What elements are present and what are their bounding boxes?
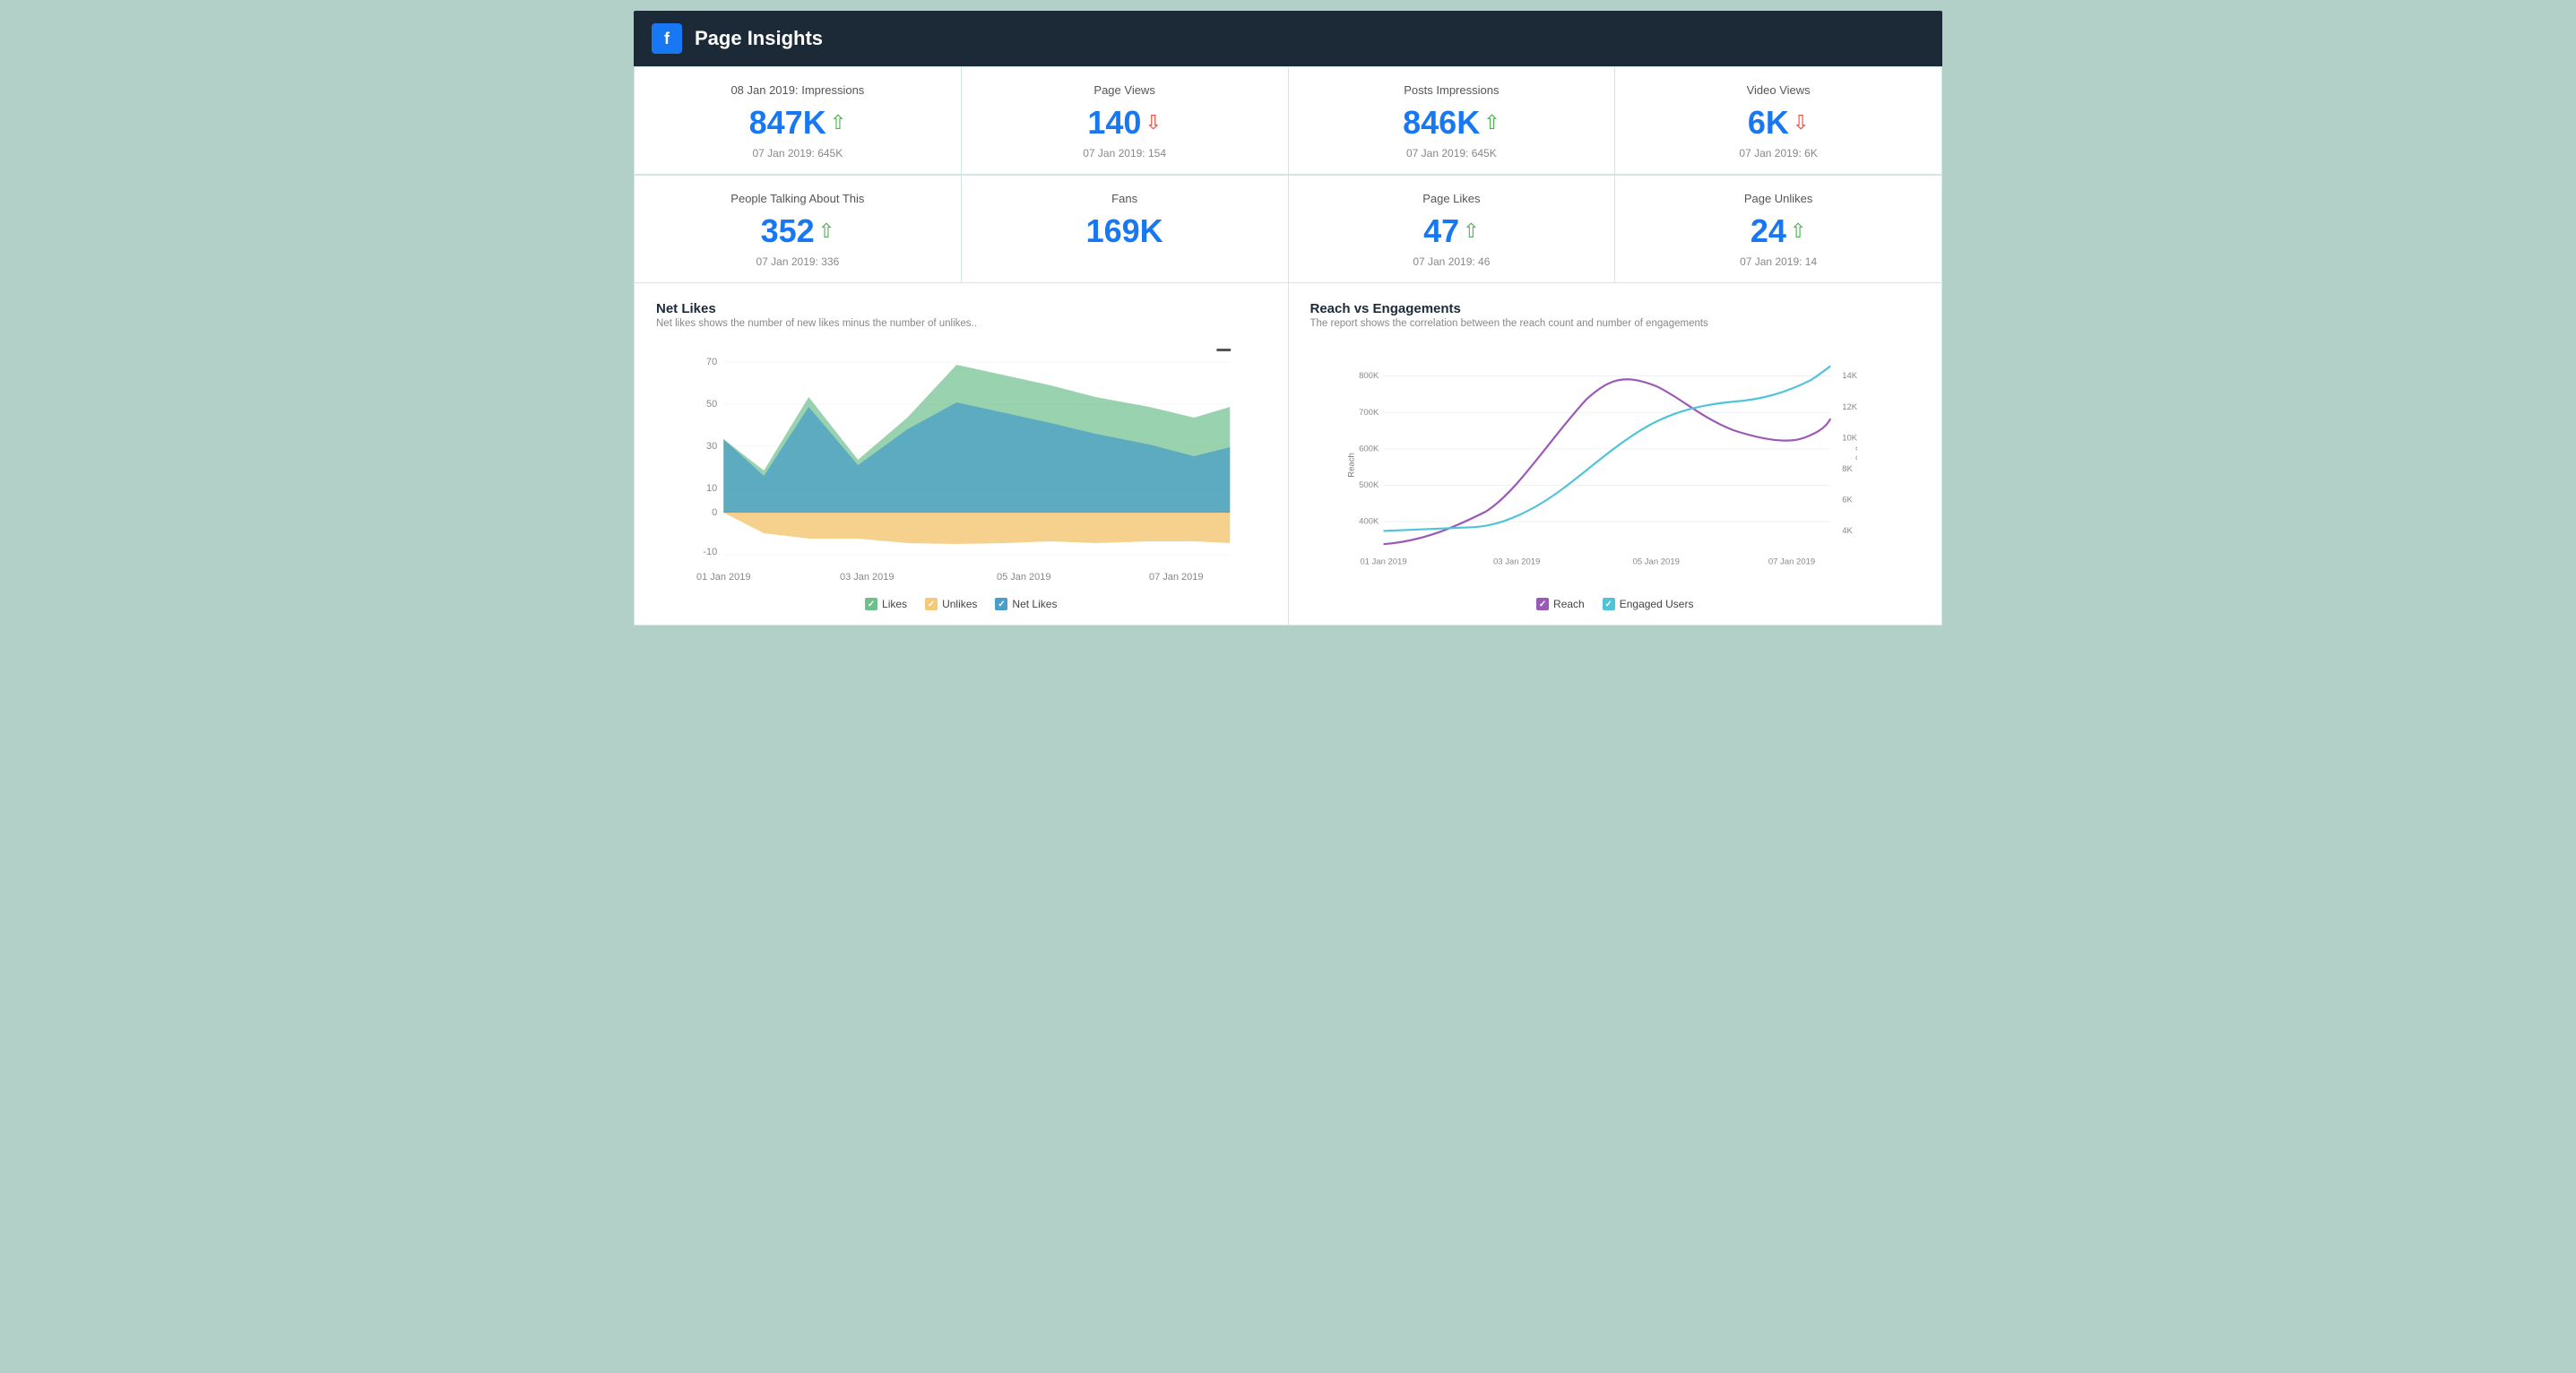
svg-text:30: 30 [706,441,717,452]
svg-text:01 Jan 2019: 01 Jan 2019 [696,572,751,583]
metric-fans-value: 169K [1086,212,1163,250]
legend-engaged-users-box: ✓ [1603,598,1615,610]
legend-reach: ✓ Reach [1536,598,1585,610]
metric-posts-impressions-value: 846K [1403,104,1480,142]
metric-pageviews-prev: 07 Jan 2019: 154 [980,147,1270,160]
metric-page-unlikes-value: 24 [1750,212,1786,250]
metric-impressions-label: 08 Jan 2019: Impressions [653,83,943,97]
metric-posts-impressions-prev: 07 Jan 2019: 645K [1307,147,1597,160]
svg-text:600K: 600K [1359,444,1379,453]
legend-reach-box: ✓ [1536,598,1549,610]
metric-video-views-prev: 07 Jan 2019: 6K [1633,147,1923,160]
metric-pageviews-value: 140 [1087,104,1141,142]
svg-text:14K: 14K [1842,371,1857,381]
svg-text:07 Jan 2019: 07 Jan 2019 [1149,572,1204,583]
legend-likes-box: ✓ [865,598,877,610]
svg-text:03 Jan 2019: 03 Jan 2019 [1493,557,1540,567]
metric-pageviews: Page Views 140 ⇩ 07 Jan 2019: 154 [962,67,1289,175]
svg-text:12K: 12K [1842,402,1857,412]
legend-likes: ✓ Likes [865,598,907,610]
svg-text:10: 10 [706,483,717,494]
svg-text:Engaged Users: Engaged Users [1854,436,1857,495]
net-likes-legend: ✓ Likes ✓ Unlikes ✓ Net Likes [656,598,1266,610]
metric-fans-label: Fans [980,192,1270,205]
metric-posts-impressions-label: Posts Impressions [1307,83,1597,97]
impressions-arrow-up: ⇧ [830,111,846,134]
reach-subtitle: The report shows the correlation between… [1310,318,1921,329]
svg-text:03 Jan 2019: 03 Jan 2019 [840,572,895,583]
metric-posts-impressions: Posts Impressions 846K ⇧ 07 Jan 2019: 64… [1289,67,1616,175]
reach-svg: 800K 700K 600K 500K 400K 14K 12K 10K 8K … [1346,340,1858,591]
metric-impressions-prev: 07 Jan 2019: 645K [653,147,943,160]
svg-text:400K: 400K [1359,517,1379,527]
svg-text:-10: -10 [703,547,717,557]
posts-impressions-arrow-up: ⇧ [1483,111,1500,134]
net-likes-title: Net Likes [656,301,1266,316]
svg-text:07 Jan 2019: 07 Jan 2019 [1768,557,1814,567]
svg-text:700K: 700K [1359,408,1379,418]
metrics-row-1: 08 Jan 2019: Impressions 847K ⇧ 07 Jan 2… [634,66,1942,175]
svg-text:05 Jan 2019: 05 Jan 2019 [997,572,1051,583]
svg-text:70: 70 [706,357,717,367]
metric-page-unlikes-prev: 07 Jan 2019: 14 [1633,255,1923,268]
legend-net-likes-box: ✓ [995,598,1007,610]
metric-page-likes-prev: 07 Jan 2019: 46 [1307,255,1597,268]
metric-video-views-value: 6K [1748,104,1789,142]
metric-talking: People Talking About This 352 ⇧ 07 Jan 2… [635,176,962,283]
metric-video-views: Video Views 6K ⇩ 07 Jan 2019: 6K [1615,67,1942,175]
net-likes-chart-wrapper: 70 50 30 10 0 -10 [656,340,1266,591]
svg-text:01 Jan 2019: 01 Jan 2019 [1360,557,1406,567]
metric-page-unlikes: Page Unlikes 24 ⇧ 07 Jan 2019: 14 [1615,176,1942,283]
charts-row: Net Likes Net likes shows the number of … [634,283,1942,626]
page-likes-arrow-up: ⇧ [1463,220,1479,243]
reach-panel: Reach vs Engagements The report shows th… [1289,283,1943,626]
metric-fans: Fans 169K [962,176,1289,283]
metric-pageviews-label: Page Views [980,83,1270,97]
net-likes-svg: 70 50 30 10 0 -10 [692,340,1249,591]
metric-page-likes-value: 47 [1423,212,1459,250]
metric-talking-value: 352 [761,212,815,250]
svg-text:6K: 6K [1842,495,1853,505]
metric-impressions-value: 847K [749,104,826,142]
svg-text:05 Jan 2019: 05 Jan 2019 [1632,557,1679,567]
svg-text:4K: 4K [1842,526,1853,536]
metric-page-likes: Page Likes 47 ⇧ 07 Jan 2019: 46 [1289,176,1616,283]
metric-talking-label: People Talking About This [653,192,943,205]
dashboard-container: f Page Insights 08 Jan 2019: Impressions… [634,11,1942,626]
metric-impressions: 08 Jan 2019: Impressions 847K ⇧ 07 Jan 2… [635,67,962,175]
svg-text:Reach: Reach [1346,453,1356,477]
legend-engaged-users: ✓ Engaged Users [1603,598,1694,610]
metrics-row-2: People Talking About This 352 ⇧ 07 Jan 2… [634,175,1942,283]
legend-unlikes-box: ✓ [925,598,938,610]
net-likes-panel: Net Likes Net likes shows the number of … [635,283,1289,626]
reach-legend: ✓ Reach ✓ Engaged Users [1310,598,1921,610]
talking-arrow-up: ⇧ [818,220,834,243]
net-likes-chart-area: 70 50 30 10 0 -10 [692,340,1249,591]
net-likes-subtitle: Net likes shows the number of new likes … [656,318,1266,329]
svg-text:500K: 500K [1359,480,1379,490]
svg-text:50: 50 [706,399,717,410]
page-title: Page Insights [695,27,823,50]
page-header: f Page Insights [634,11,1942,66]
reach-title: Reach vs Engagements [1310,301,1921,316]
facebook-icon: f [652,23,682,54]
video-views-arrow-down: ⇩ [1793,111,1809,134]
metric-video-views-label: Video Views [1633,83,1923,97]
page-unlikes-arrow-up: ⇧ [1790,220,1806,243]
svg-text:0: 0 [712,507,717,518]
metric-talking-prev: 07 Jan 2019: 336 [653,255,943,268]
svg-text:800K: 800K [1359,371,1379,381]
reach-chart-area: 800K 700K 600K 500K 400K 14K 12K 10K 8K … [1346,340,1858,591]
pageviews-arrow-down: ⇩ [1145,111,1161,134]
metric-page-unlikes-label: Page Unlikes [1633,192,1923,205]
svg-text:8K: 8K [1842,464,1853,474]
metric-page-likes-label: Page Likes [1307,192,1597,205]
legend-net-likes: ✓ Net Likes [995,598,1057,610]
reach-chart-wrapper: 800K 700K 600K 500K 400K 14K 12K 10K 8K … [1310,340,1921,591]
legend-unlikes: ✓ Unlikes [925,598,977,610]
